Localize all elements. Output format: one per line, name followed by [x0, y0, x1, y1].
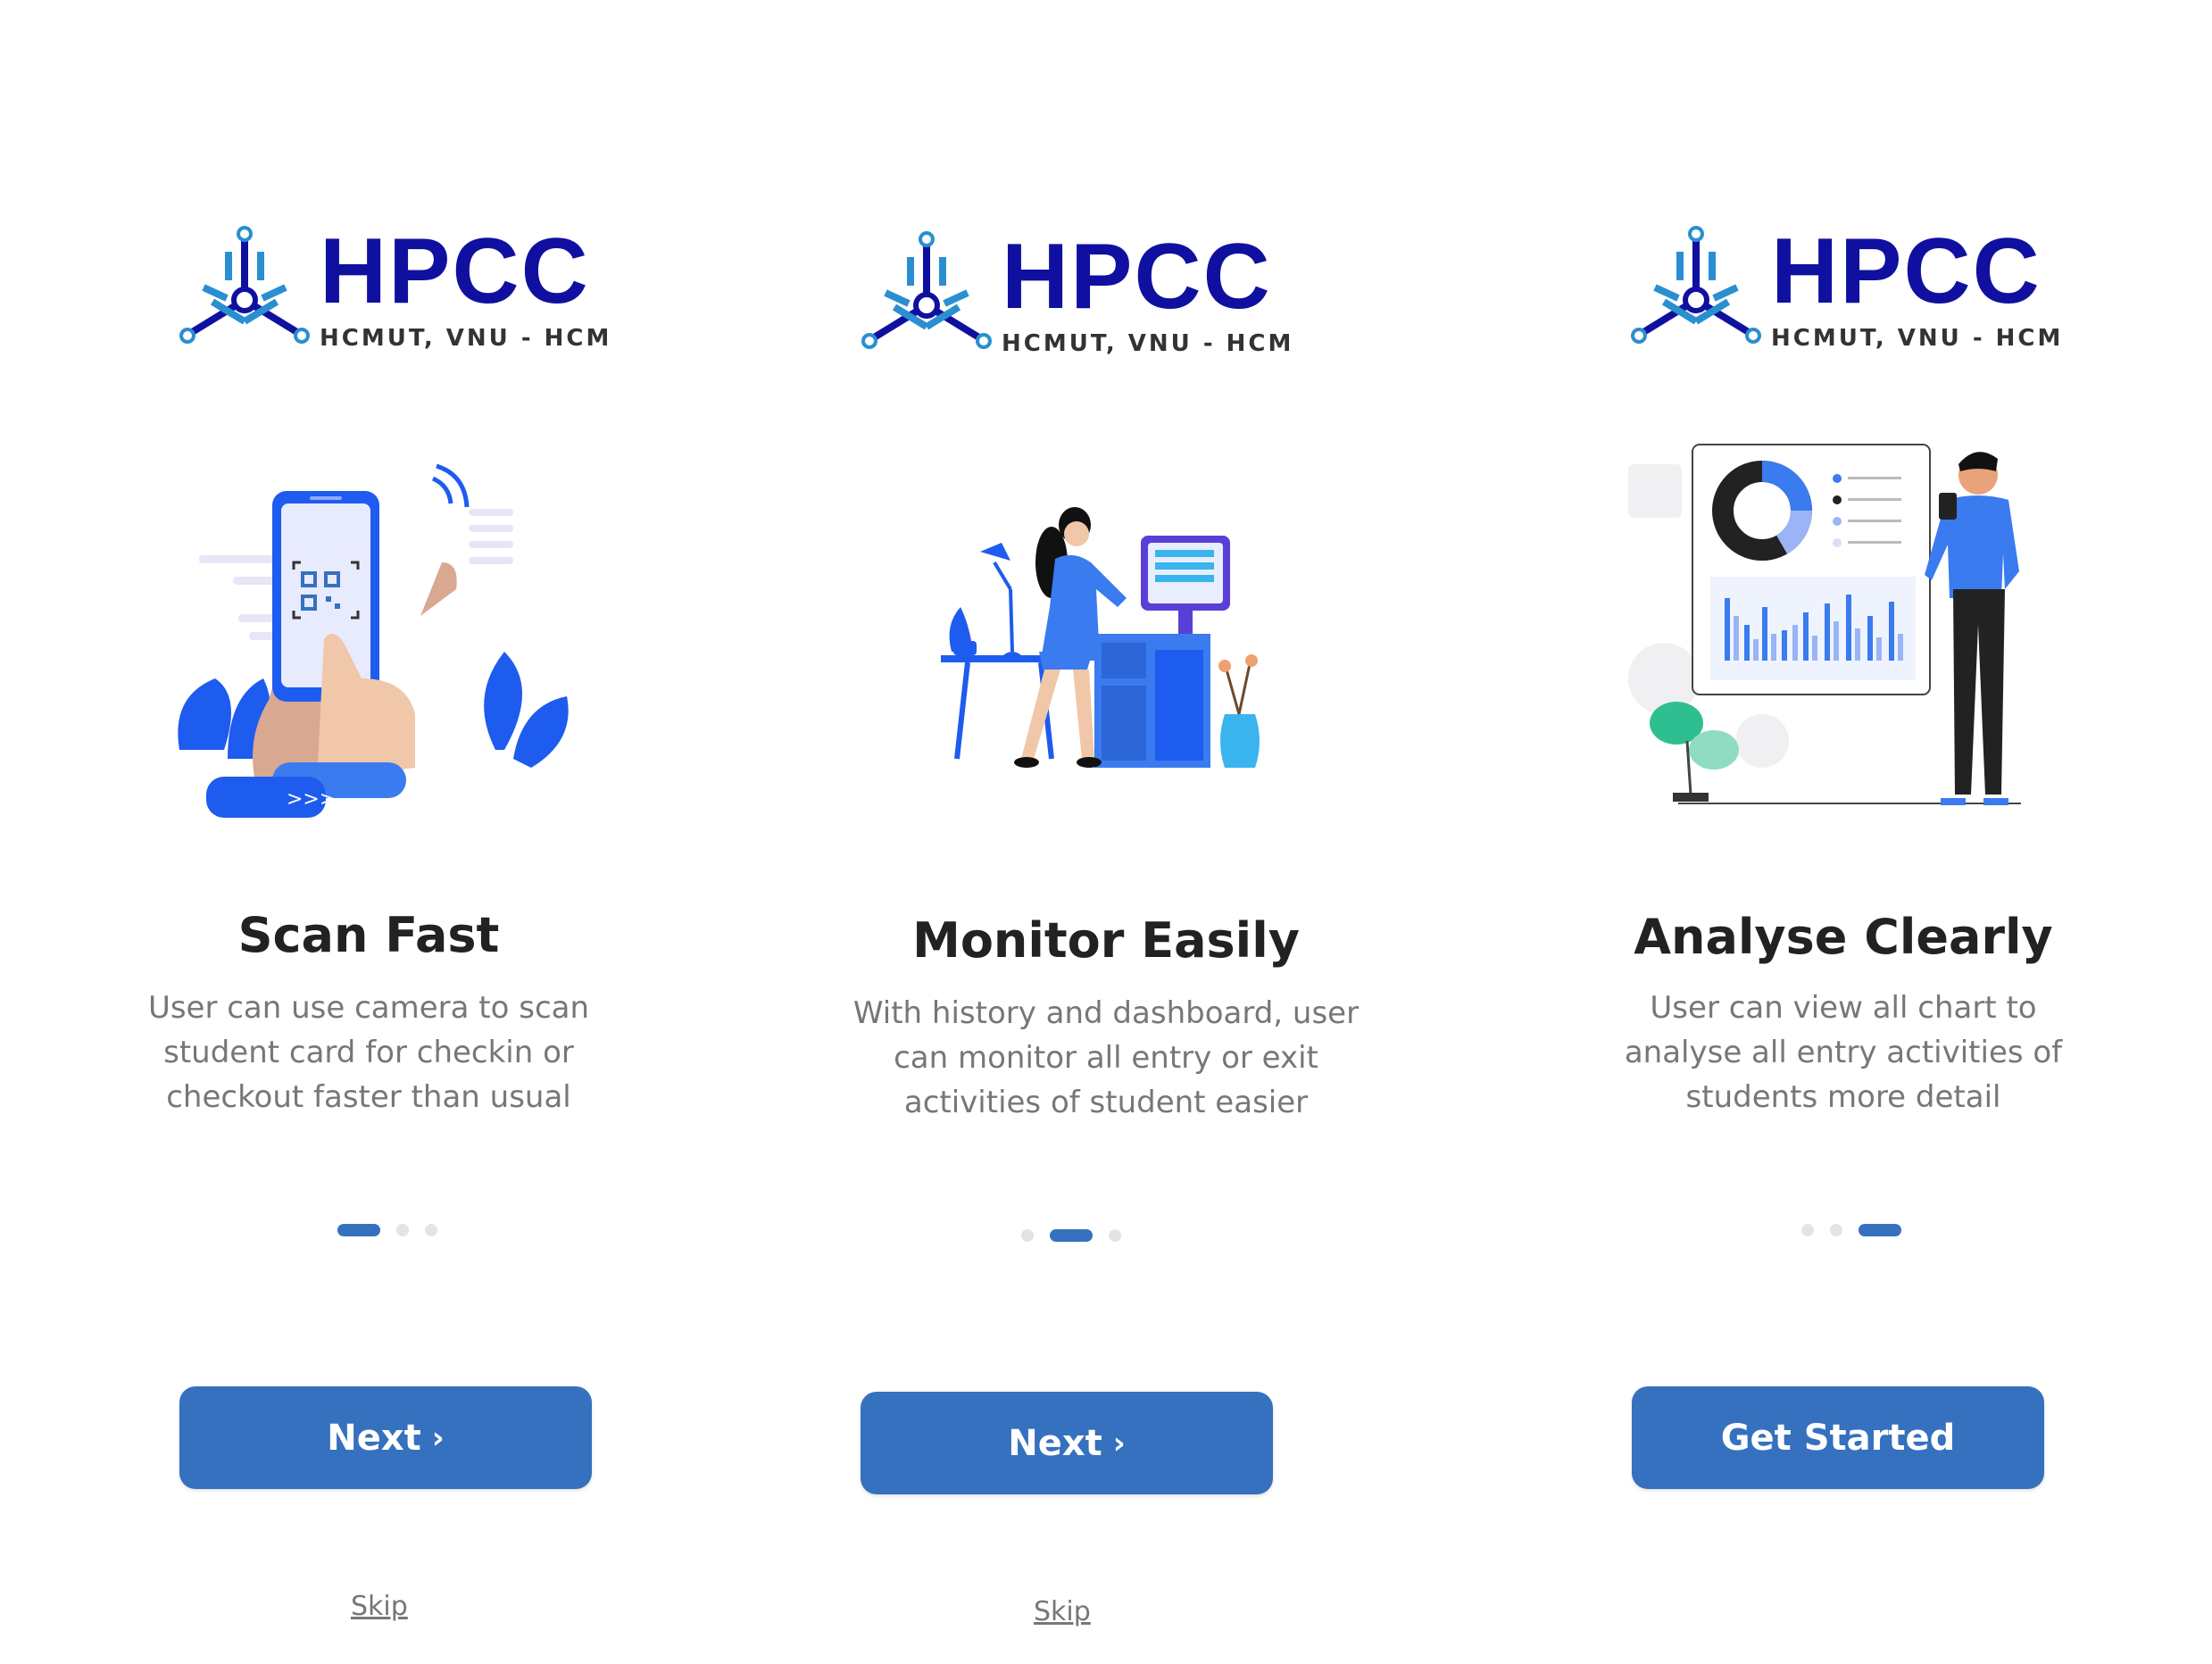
page-dot	[1109, 1229, 1121, 1242]
page-dot-active	[337, 1224, 380, 1236]
chevron-right-icon: ›	[431, 1419, 445, 1456]
page-dot	[425, 1224, 437, 1236]
brand-name: HPCC	[1771, 220, 2042, 323]
next-button[interactable]: Next ›	[861, 1392, 1273, 1494]
skip-link[interactable]: Skip	[1034, 1596, 1091, 1627]
page-dot	[1021, 1229, 1034, 1242]
screen-title: Monitor Easily	[912, 912, 1300, 969]
chevron-right-icon: ›	[1112, 1425, 1126, 1461]
page-dot	[1830, 1224, 1842, 1236]
screen-title: Scan Fast	[237, 907, 500, 963]
onboarding-screen-monitor-easily: HPCC HCMUT, VNU - HCM Monitor Easily Wit…	[737, 0, 1475, 1664]
brand-subtitle: HCMUT, VNU - HCM	[1002, 330, 1294, 357]
svg-text:>>>: >>>	[287, 788, 336, 811]
onboarding-screen-analyse-clearly: HPCC HCMUT, VNU - HCM Analyse Clearly Us…	[1475, 0, 2212, 1664]
hpcc-logo: HPCC HCMUT, VNU - HCM	[177, 225, 611, 352]
page-dot-active	[1050, 1229, 1093, 1242]
onboarding-screen-scan-fast: HPCC HCMUT, VNU - HCM >>> Scan Fast User…	[0, 0, 737, 1664]
page-dot	[396, 1224, 409, 1236]
get-started-button-label: Get Started	[1720, 1417, 1956, 1459]
woman-at-computer-illustration	[941, 507, 1260, 768]
hpcc-logo: HPCC HCMUT, VNU - HCM	[859, 230, 1293, 357]
page-indicator	[1021, 1229, 1121, 1242]
hpcc-logo-icon	[861, 231, 992, 349]
screen-description: With history and dashboard, user can mon…	[852, 995, 1360, 1120]
man-with-dashboard-illustration	[1628, 444, 2021, 805]
page-dot-active	[1859, 1224, 1901, 1236]
brand-name: HPCC	[320, 220, 590, 323]
get-started-button[interactable]: Get Started	[1632, 1386, 2044, 1489]
screen-description: User can use camera to scan student card…	[147, 990, 590, 1115]
page-indicator	[337, 1224, 437, 1236]
page-indicator	[1801, 1224, 1901, 1236]
brand-name: HPCC	[1002, 225, 1272, 329]
brand-subtitle: HCMUT, VNU - HCM	[320, 325, 612, 352]
next-button-label: Next	[1008, 1422, 1102, 1464]
screen-description: User can view all chart to analyse all e…	[1624, 990, 2063, 1115]
page-dot	[1801, 1224, 1814, 1236]
skip-link[interactable]: Skip	[351, 1591, 408, 1622]
screen-title: Analyse Clearly	[1634, 909, 2053, 965]
hpcc-logo: HPCC HCMUT, VNU - HCM	[1628, 225, 2063, 352]
hpcc-logo-icon	[1631, 226, 1761, 344]
brand-subtitle: HCMUT, VNU - HCM	[1771, 325, 2064, 352]
phone-qr-scan-illustration: >>>	[178, 463, 569, 818]
next-button-label: Next	[327, 1417, 421, 1459]
hpcc-logo-icon	[179, 226, 310, 344]
next-button[interactable]: Next ›	[179, 1386, 592, 1489]
